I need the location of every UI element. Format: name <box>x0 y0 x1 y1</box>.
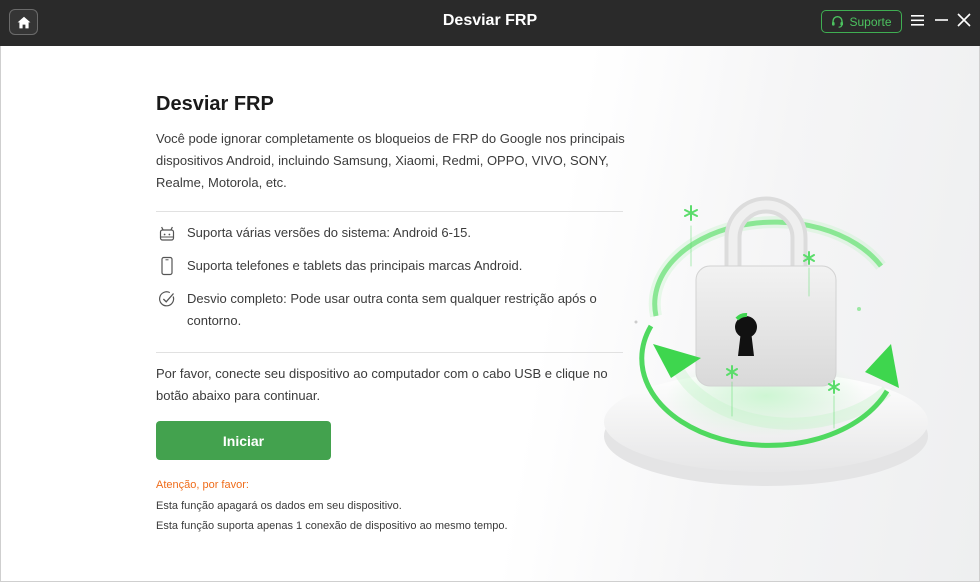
home-icon <box>17 16 30 28</box>
warning-line: Esta função apagará os dados em seu disp… <box>156 500 402 512</box>
menu-button[interactable] <box>909 10 927 30</box>
android-icon <box>156 222 178 244</box>
page-title: Desviar FRP <box>156 93 274 115</box>
warning-title: Atenção, por favor: <box>156 479 249 491</box>
divider <box>156 211 623 212</box>
feature-item-brands: Suporta telefones e tablets das principa… <box>156 255 626 277</box>
hamburger-menu-icon <box>911 15 924 26</box>
feature-text: Suporta várias versões do sistema: Andro… <box>187 225 471 240</box>
support-label: Suporte <box>849 14 892 29</box>
minimize-icon <box>935 19 948 21</box>
main-panel: Desviar FRP Você pode ignorar completame… <box>0 46 980 582</box>
home-button[interactable] <box>9 9 38 35</box>
close-icon <box>957 13 971 27</box>
close-button[interactable] <box>955 10 973 30</box>
headset-icon <box>832 16 844 28</box>
divider <box>156 352 623 353</box>
start-button[interactable]: Iniciar <box>156 421 331 460</box>
title-bar: Desviar FRP Suporte <box>0 0 980 46</box>
check-circle-icon <box>156 288 178 310</box>
feature-item-android-versions: Suporta várias versões do sistema: Andro… <box>156 222 626 244</box>
feature-text: Suporta telefones e tablets das principa… <box>187 258 523 273</box>
feature-item-complete-bypass: Desvio completo: Pode usar outra conta s… <box>156 288 626 332</box>
padlock-illustration <box>604 196 928 486</box>
feature-text: Desvio completo: Pode usar outra conta s… <box>187 291 597 328</box>
instruction-text: Por favor, conecte seu dispositivo ao co… <box>156 366 608 403</box>
description-text: Você pode ignorar completamente os bloqu… <box>156 131 625 190</box>
phone-icon <box>156 255 178 277</box>
minimize-button[interactable] <box>933 10 951 30</box>
support-button[interactable]: Suporte <box>821 10 902 33</box>
warning-line: Esta função suporta apenas 1 conexão de … <box>156 520 508 532</box>
